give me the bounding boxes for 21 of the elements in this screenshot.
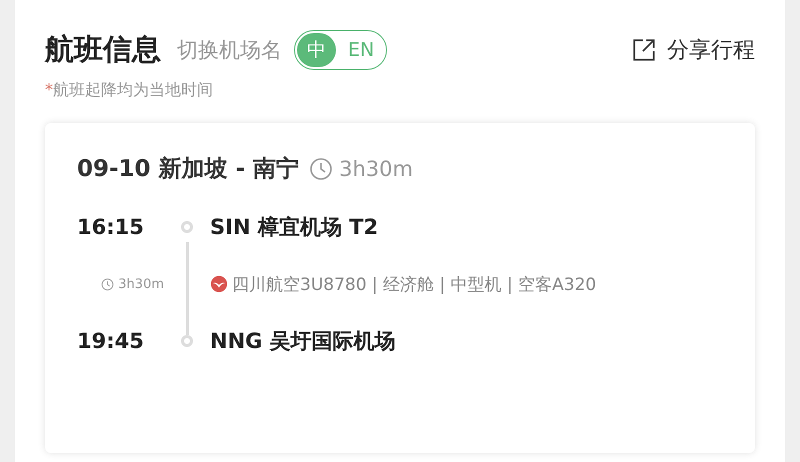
clock-icon [309, 156, 334, 180]
asterisk: * [45, 80, 53, 101]
note-text: 航班起降均为当地时间 [53, 80, 213, 101]
share-icon [631, 37, 657, 63]
airline-logo-icon [210, 275, 228, 293]
flight-details: 四川航空3U8780 | 经济舱 | 中型机 | 空客A320 [232, 274, 596, 296]
language-option[interactable]: 中 [297, 33, 336, 67]
page-title: 航班信息 [45, 31, 161, 68]
arrival-time: 19:45 [77, 329, 144, 353]
language-option[interactable]: EN [338, 33, 384, 67]
arrival-airport: NNG 吴圩国际机场 [210, 328, 396, 355]
departure-airport: SIN 樟宜机场 T2 [210, 214, 378, 241]
flight-route: 09-10 新加坡 - 南宁 [77, 155, 300, 184]
language-toggle[interactable]: 中 EN [294, 30, 388, 70]
flight-duration: 3h30m [339, 156, 413, 180]
share-button[interactable]: 分享行程 [631, 35, 755, 65]
timeline-dot [181, 221, 193, 233]
switch-label: 切换机场名 [177, 37, 282, 64]
leg-duration: 3h30m [118, 276, 164, 292]
departure-time: 16:15 [77, 215, 144, 239]
clock-icon [101, 278, 114, 290]
